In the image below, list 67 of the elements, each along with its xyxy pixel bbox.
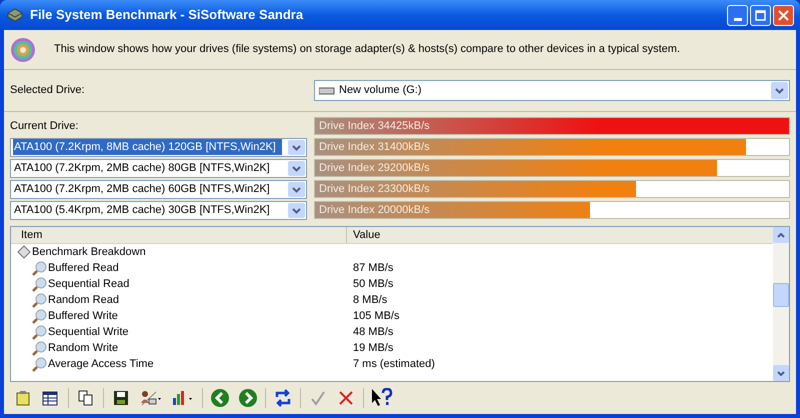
description-text: This window shows how your drives (file systems) on storage adapter(s) & hosts(s) compare to other devices in a typical system.	[54, 42, 680, 58]
table-cell-text: 48 MB/s	[352, 324, 394, 340]
scrollbar[interactable]	[773, 227, 789, 381]
table-cell-text: 50 MB/s	[352, 276, 394, 292]
minimize-icon	[734, 18, 742, 20]
field-label: Selected Drive:	[10, 83, 86, 98]
drive-dropdown[interactable]: ATA100 (7.2Krpm, 8MB cache) 120GB [NTFS,Win2K]	[10, 138, 307, 156]
magnifier-icon	[31, 340, 47, 356]
magnifier-icon	[31, 308, 47, 324]
magnifier-icon	[31, 324, 47, 340]
table-cell-text: Random Read	[48, 292, 119, 308]
help-pointer-icon	[371, 388, 393, 408]
maximize-button[interactable]	[750, 4, 771, 26]
column-header[interactable]: Value	[347, 227, 773, 243]
close-button[interactable]	[773, 4, 794, 26]
magnifier-icon	[31, 356, 47, 372]
help-button[interactable]	[370, 387, 394, 409]
drive-dropdown[interactable]: ATA100 (5.4Krpm, 2MB cache) 30GB [NTFS,Win2K]	[10, 200, 307, 220]
scroll-down-icon	[777, 370, 785, 376]
drive-dropdown[interactable]: ATA100 (7.2Krpm, 2MB cache) 60GB [NTFS,Win2K]	[10, 180, 307, 198]
table-cell-text: Buffered Read	[48, 260, 119, 276]
person-computer-icon	[140, 390, 162, 406]
drive-dropdown[interactable]: New volume (G:)	[314, 80, 790, 101]
cross-icon	[338, 390, 354, 406]
dropdown-value: ATA100 (5.4Krpm, 2MB cache) 30GB [NTFS,Win2K]	[13, 202, 271, 218]
refresh-arrows-icon	[274, 389, 292, 407]
forward-button[interactable]	[237, 387, 259, 409]
table-cell-text: Average Access Time	[48, 356, 154, 372]
scroll-up-icon	[777, 232, 785, 238]
scrollbar-thumb[interactable]	[773, 283, 789, 307]
index-bar-label: Drive Index 23300kB/s	[319, 182, 430, 197]
magnifier-icon	[31, 260, 47, 276]
table-cell-text: Random Write	[48, 340, 118, 356]
maximize-icon	[755, 10, 766, 20]
checkmark-icon	[310, 390, 326, 406]
index-bar-label: Drive Index 20000kB/s	[319, 203, 430, 218]
column-header[interactable]: Item	[11, 227, 347, 243]
drive-icon	[319, 86, 335, 94]
table-cell-text: 7 ms (estimated)	[352, 356, 435, 372]
window-title: File System Benchmark - SiSoftware Sandra	[30, 6, 304, 24]
table-icon	[42, 390, 60, 406]
dropdown-value: ATA100 (7.2Krpm, 2MB cache) 80GB [NTFS,Win2K]	[13, 160, 271, 176]
back-button[interactable]	[209, 387, 231, 409]
drive-dropdown[interactable]: ATA100 (7.2Krpm, 2MB cache) 80GB [NTFS,Win2K]	[10, 158, 307, 178]
dropdown-value: ATA100 (7.2Krpm, 8MB cache) 120GB [NTFS,Win2K]	[13, 138, 282, 156]
table-cell-text: 19 MB/s	[352, 340, 394, 356]
tree-group-label[interactable]: Benchmark Breakdown	[32, 244, 146, 260]
cd-icon	[10, 36, 36, 62]
minimize-button[interactable]	[727, 4, 748, 26]
table-cell-text: Sequential Write	[48, 324, 129, 340]
close-icon	[778, 10, 789, 20]
dropdown-value: New volume (G:)	[339, 83, 423, 98]
index-bar-label: Drive Index 29200kB/s	[319, 161, 430, 176]
clipboard-icon	[15, 390, 31, 406]
dropdown-value: ATA100 (7.2Krpm, 2MB cache) 60GB [NTFS,Win2K]	[13, 182, 271, 197]
copy-icon	[78, 390, 94, 406]
table-cell-text: 87 MB/s	[352, 260, 394, 276]
field-label: Current Drive:	[10, 118, 78, 134]
table-cell-text: Buffered Write	[48, 308, 118, 324]
magnifier-icon	[31, 276, 47, 292]
index-bar-label: Drive Index 31400kB/s	[319, 140, 430, 155]
table-cell-text: Sequential Read	[48, 276, 130, 292]
magnifier-icon	[31, 292, 47, 308]
table-cell-text: 8 MB/s	[352, 292, 388, 308]
index-bar-label: Drive Index 34425kB/s	[319, 119, 430, 134]
table-cell-text: 105 MB/s	[352, 308, 400, 324]
bar-chart-icon	[172, 390, 194, 406]
